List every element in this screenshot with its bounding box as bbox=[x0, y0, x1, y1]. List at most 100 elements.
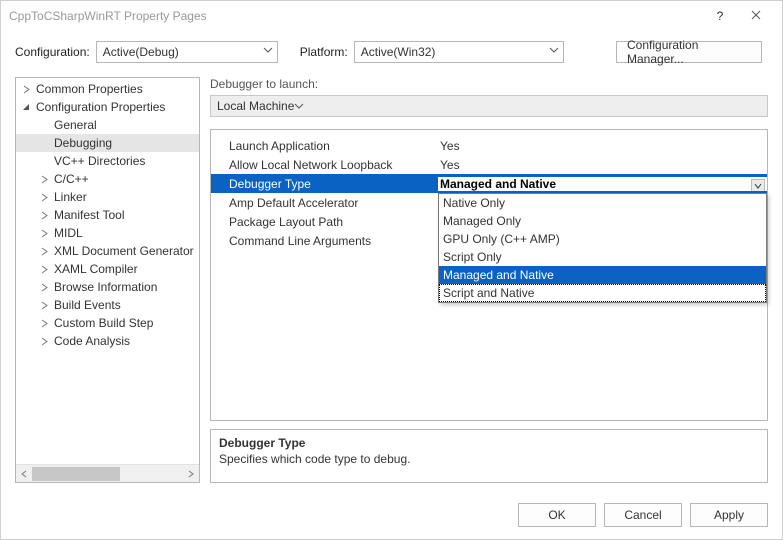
chevron-collapsed-icon[interactable] bbox=[38, 319, 50, 328]
tree-item[interactable]: Common Properties bbox=[16, 80, 199, 98]
chevron-expanded-icon[interactable] bbox=[20, 103, 32, 112]
horizontal-scrollbar[interactable] bbox=[16, 464, 199, 482]
tree-item-label: XML Document Generator bbox=[52, 243, 196, 259]
description-text: Specifies which code type to debug. bbox=[219, 452, 759, 466]
tree-item-label: Linker bbox=[52, 189, 89, 205]
tree-item-label: VC++ Directories bbox=[52, 153, 147, 169]
tree-item[interactable]: General bbox=[16, 116, 199, 134]
property-key: Command Line Arguments bbox=[211, 234, 438, 248]
tree-item-label: Manifest Tool bbox=[52, 207, 126, 223]
description-panel: Debugger Type Specifies which code type … bbox=[210, 429, 768, 483]
chevron-collapsed-icon[interactable] bbox=[38, 229, 50, 238]
tree-item[interactable]: Build Events bbox=[16, 296, 199, 314]
tree-item-label: Browse Information bbox=[52, 279, 159, 295]
tree-item-label: Debugging bbox=[52, 135, 114, 151]
tree-item[interactable]: MIDL bbox=[16, 224, 199, 242]
tree-item-label: Code Analysis bbox=[52, 333, 132, 349]
tree-item-label: C/C++ bbox=[52, 171, 91, 187]
dropdown-item[interactable]: Script and Native bbox=[439, 284, 766, 302]
chevron-down-icon bbox=[549, 45, 559, 55]
chevron-down-icon[interactable] bbox=[751, 179, 765, 191]
property-key: Debugger Type bbox=[211, 177, 438, 191]
configuration-label: Configuration: bbox=[15, 45, 90, 59]
dropdown-item[interactable]: Native Only bbox=[439, 194, 766, 212]
chevron-collapsed-icon[interactable] bbox=[38, 301, 50, 310]
property-value[interactable]: Managed and Native bbox=[438, 177, 767, 191]
property-key: Launch Application bbox=[211, 139, 438, 153]
body: Common Properties Configuration Propertie… bbox=[1, 77, 782, 493]
tree-item[interactable]: Custom Build Step bbox=[16, 314, 199, 332]
property-row[interactable]: Debugger TypeManaged and Native bbox=[211, 174, 767, 193]
tree-item[interactable]: VC++ Directories bbox=[16, 152, 199, 170]
tree-item-label: Common Properties bbox=[34, 81, 145, 97]
debugger-launch-value: Local Machine bbox=[217, 99, 294, 113]
tree-item-label: XAML Compiler bbox=[52, 261, 140, 277]
scroll-track[interactable] bbox=[32, 466, 183, 482]
chevron-collapsed-icon[interactable] bbox=[38, 337, 50, 346]
tree-item-label: Configuration Properties bbox=[34, 99, 167, 115]
dropdown-item[interactable]: Managed Only bbox=[439, 212, 766, 230]
property-key: Allow Local Network Loopback bbox=[211, 158, 438, 172]
ok-button[interactable]: OK bbox=[518, 503, 596, 527]
tree-item[interactable]: Linker bbox=[16, 188, 199, 206]
nav-tree: Common Properties Configuration Propertie… bbox=[15, 77, 200, 483]
dropdown-item[interactable]: GPU Only (C++ AMP) bbox=[439, 230, 766, 248]
dropdown-item[interactable]: Script Only bbox=[439, 248, 766, 266]
tree-item[interactable]: C/C++ bbox=[16, 170, 199, 188]
tree-item[interactable]: XAML Compiler bbox=[16, 260, 199, 278]
chevron-down-icon bbox=[263, 45, 273, 55]
right-pane: Debugger to launch: Local Machine Launch… bbox=[210, 77, 768, 483]
chevron-collapsed-icon[interactable] bbox=[38, 175, 50, 184]
configuration-value: Active(Debug) bbox=[103, 45, 179, 59]
tree-item-label: MIDL bbox=[52, 225, 85, 241]
footer: OK Cancel Apply bbox=[1, 493, 782, 539]
property-key: Package Layout Path bbox=[211, 215, 438, 229]
dropdown-item[interactable]: Managed and Native bbox=[439, 266, 766, 284]
window-title: CppToCSharpWinRT Property Pages bbox=[9, 9, 702, 23]
cancel-button[interactable]: Cancel bbox=[604, 503, 682, 527]
tree-item[interactable]: Browse Information bbox=[16, 278, 199, 296]
description-title: Debugger Type bbox=[219, 436, 759, 450]
property-value[interactable]: Yes bbox=[438, 139, 767, 153]
property-row[interactable]: Launch ApplicationYes bbox=[211, 136, 767, 155]
property-grid: Launch ApplicationYesAllow Local Network… bbox=[210, 129, 768, 421]
chevron-collapsed-icon[interactable] bbox=[38, 247, 50, 256]
platform-value: Active(Win32) bbox=[361, 45, 436, 59]
platform-label: Platform: bbox=[300, 45, 348, 59]
scroll-thumb[interactable] bbox=[32, 467, 120, 481]
help-icon: ? bbox=[717, 9, 724, 23]
tree-item[interactable]: Code Analysis bbox=[16, 332, 199, 350]
help-button[interactable]: ? bbox=[702, 2, 738, 30]
close-button[interactable] bbox=[738, 2, 774, 30]
debugger-launch-combo[interactable]: Local Machine bbox=[210, 95, 768, 117]
tree-item[interactable]: Debugging bbox=[16, 134, 199, 152]
tree-item[interactable]: Manifest Tool bbox=[16, 206, 199, 224]
scroll-right-icon[interactable] bbox=[183, 466, 199, 482]
chevron-collapsed-icon[interactable] bbox=[38, 193, 50, 202]
debugger-launch-label: Debugger to launch: bbox=[210, 77, 768, 91]
tree-items: Common Properties Configuration Propertie… bbox=[16, 78, 199, 464]
platform-combo[interactable]: Active(Win32) bbox=[354, 41, 564, 63]
config-row: Configuration: Active(Debug) Platform: A… bbox=[1, 31, 782, 77]
configuration-combo[interactable]: Active(Debug) bbox=[96, 41, 278, 63]
titlebar: CppToCSharpWinRT Property Pages ? bbox=[1, 1, 782, 31]
property-row[interactable]: Allow Local Network LoopbackYes bbox=[211, 155, 767, 174]
debugger-type-dropdown[interactable]: Native OnlyManaged OnlyGPU Only (C++ AMP… bbox=[438, 193, 767, 303]
scroll-left-icon[interactable] bbox=[16, 466, 32, 482]
chevron-collapsed-icon[interactable] bbox=[20, 85, 32, 94]
tree-item-label: General bbox=[52, 117, 99, 133]
close-icon bbox=[751, 9, 761, 23]
tree-item-label: Custom Build Step bbox=[52, 315, 155, 331]
tree-item[interactable]: Configuration Properties bbox=[16, 98, 199, 116]
chevron-collapsed-icon[interactable] bbox=[38, 265, 50, 274]
property-value[interactable]: Yes bbox=[438, 158, 767, 172]
property-key: Amp Default Accelerator bbox=[211, 196, 438, 210]
chevron-collapsed-icon[interactable] bbox=[38, 283, 50, 292]
configuration-manager-button[interactable]: Configuration Manager... bbox=[616, 41, 762, 63]
apply-button[interactable]: Apply bbox=[690, 503, 768, 527]
chevron-down-icon bbox=[294, 101, 304, 111]
chevron-collapsed-icon[interactable] bbox=[38, 211, 50, 220]
tree-item-label: Build Events bbox=[52, 297, 123, 313]
property-pages-dialog: CppToCSharpWinRT Property Pages ? Config… bbox=[0, 0, 783, 540]
tree-item[interactable]: XML Document Generator bbox=[16, 242, 199, 260]
